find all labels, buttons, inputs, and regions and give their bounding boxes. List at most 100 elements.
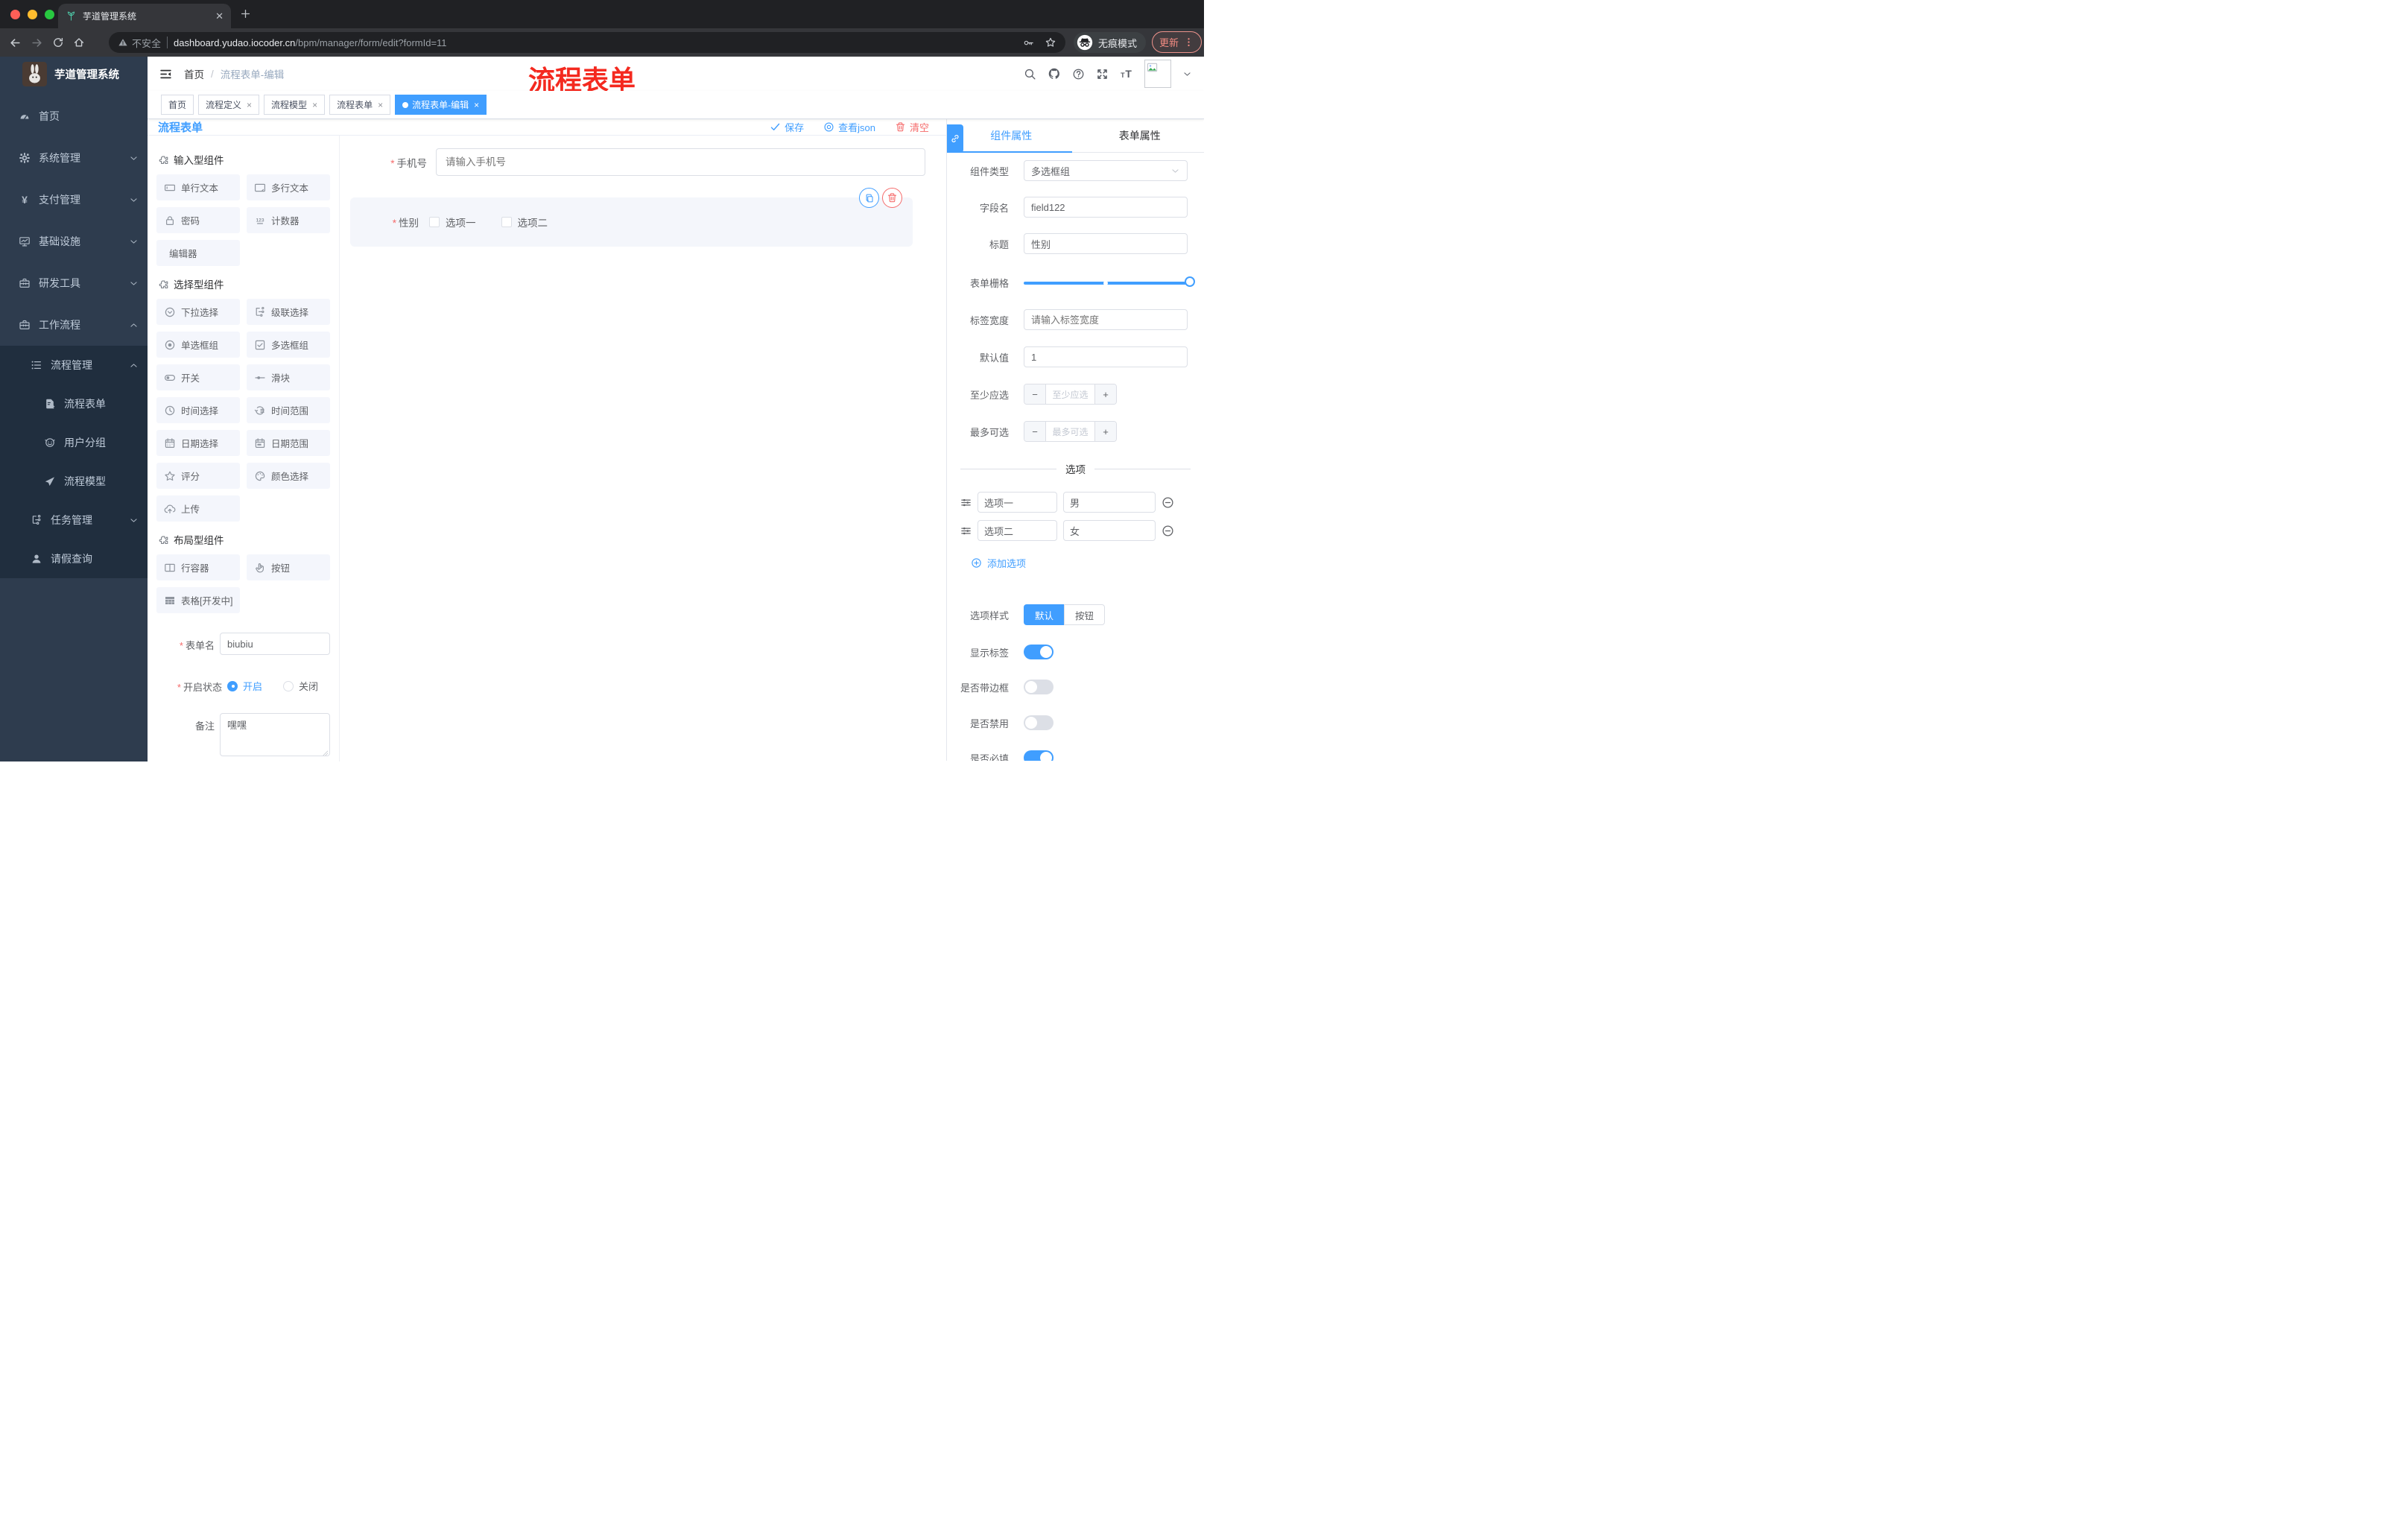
close-icon[interactable]: × xyxy=(311,100,317,110)
phone-field-input[interactable] xyxy=(436,148,925,176)
decrease-button[interactable]: − xyxy=(1024,384,1045,404)
option-value-input[interactable] xyxy=(1063,520,1156,541)
sidebar-item-3[interactable]: 基础设施 xyxy=(0,221,148,262)
drag-handle-icon[interactable] xyxy=(960,525,972,536)
tag-1[interactable]: 流程定义 × xyxy=(198,95,260,115)
option-label-input[interactable] xyxy=(978,520,1057,541)
slider-handle[interactable] xyxy=(1185,276,1195,287)
palette-item[interactable]: 颜色选择 xyxy=(247,463,330,489)
save-button[interactable]: 保存 xyxy=(770,120,804,134)
browser-menu-icon[interactable] xyxy=(1183,37,1194,48)
github-icon[interactable] xyxy=(1048,67,1061,80)
title-input[interactable] xyxy=(1024,233,1188,254)
zoom-window-button[interactable] xyxy=(45,10,54,19)
status-radio-off[interactable]: 关闭 xyxy=(283,679,318,693)
show-label-toggle[interactable] xyxy=(1024,645,1054,659)
palette-item[interactable]: 时间选择 xyxy=(156,397,240,423)
tag-2[interactable]: 流程模型 × xyxy=(264,95,326,115)
search-icon[interactable] xyxy=(1024,68,1036,80)
back-icon[interactable] xyxy=(9,37,22,49)
add-option-button[interactable]: 添加选项 xyxy=(971,556,1204,570)
sidebar-subitem-5[interactable]: 请假查询 xyxy=(0,539,148,578)
border-toggle[interactable] xyxy=(1024,680,1054,694)
sidebar-subitem-1[interactable]: 流程表单 xyxy=(0,384,148,423)
key-icon[interactable] xyxy=(1023,37,1034,48)
sidebar-subitem-3[interactable]: 流程模型 xyxy=(0,462,148,501)
palette-item[interactable]: 编辑器 xyxy=(156,240,240,266)
sidebar-item-0[interactable]: 首页 xyxy=(0,95,148,137)
palette-item[interactable]: 日期范围 xyxy=(247,430,330,456)
tab-form-props[interactable]: 表单属性 xyxy=(1076,119,1205,152)
form-grid-slider[interactable] xyxy=(1024,276,1195,287)
status-radio-on[interactable]: 开启 xyxy=(227,679,262,693)
label-width-input[interactable] xyxy=(1024,309,1188,330)
palette-item[interactable]: 密码 xyxy=(156,207,240,233)
copy-component-button[interactable] xyxy=(859,188,879,208)
option-label-input[interactable] xyxy=(978,492,1057,513)
palette-item[interactable]: 123 计数器 xyxy=(247,207,330,233)
sidebar-item-5[interactable]: 工作流程 xyxy=(0,304,148,346)
default-value-input[interactable] xyxy=(1024,346,1188,367)
palette-item[interactable]: 评分 xyxy=(156,463,240,489)
tag-3[interactable]: 流程表单 × xyxy=(329,95,391,115)
font-size-icon[interactable]: TT xyxy=(1120,67,1133,80)
tab-component-props[interactable]: 组件属性 xyxy=(947,119,1076,152)
palette-item[interactable]: 开关 xyxy=(156,364,240,390)
disabled-toggle[interactable] xyxy=(1024,715,1054,730)
form-name-input[interactable] xyxy=(220,633,330,655)
sidebar-subitem-0[interactable]: 流程管理 xyxy=(0,346,148,384)
view-json-button[interactable]: 查看json xyxy=(823,120,875,134)
sidebar-subitem-4[interactable]: 任务管理 xyxy=(0,501,148,539)
gender-option-1[interactable]: 选项一 xyxy=(429,215,476,229)
drag-handle-icon[interactable] xyxy=(960,497,972,508)
tab-close-icon[interactable]: ✕ xyxy=(215,10,224,22)
app-logo[interactable]: 芋道管理系统 xyxy=(0,57,148,91)
tag-4[interactable]: 流程表单-编辑 × xyxy=(395,95,487,115)
palette-item[interactable]: 行容器 xyxy=(156,554,240,580)
palette-item[interactable]: 下拉选择 xyxy=(156,299,240,325)
window-controls[interactable] xyxy=(10,10,54,19)
bookmark-star-icon[interactable] xyxy=(1045,37,1056,48)
breadcrumb-home[interactable]: 首页 xyxy=(184,66,204,81)
max-select-value[interactable]: 最多可选 xyxy=(1045,422,1095,441)
chevron-down-icon[interactable] xyxy=(1182,69,1192,79)
palette-item[interactable]: 单行文本 xyxy=(156,174,240,200)
update-button[interactable]: 更新 xyxy=(1152,31,1203,53)
increase-button[interactable]: + xyxy=(1095,422,1116,441)
reload-icon[interactable] xyxy=(52,37,64,48)
remove-option-icon[interactable] xyxy=(1162,525,1174,537)
new-tab-button[interactable] xyxy=(240,8,251,19)
link-icon[interactable] xyxy=(947,124,963,153)
sidebar-subitem-2[interactable]: 用户分组 xyxy=(0,423,148,462)
required-toggle[interactable] xyxy=(1024,750,1054,761)
field-name-input[interactable] xyxy=(1024,197,1188,218)
close-window-button[interactable] xyxy=(10,10,20,19)
palette-item[interactable]: 时间范围 xyxy=(247,397,330,423)
increase-button[interactable]: + xyxy=(1095,384,1116,404)
forward-icon[interactable] xyxy=(31,37,43,49)
home-icon[interactable] xyxy=(73,37,85,48)
tag-0[interactable]: 首页 xyxy=(161,95,194,115)
sidebar-item-2[interactable]: ¥ 支付管理 xyxy=(0,179,148,221)
collapse-sidebar-icon[interactable] xyxy=(159,68,172,80)
delete-component-button[interactable] xyxy=(882,188,902,208)
address-bar[interactable]: 不安全 dashboard.yudao.iocoder.cn/bpm/manag… xyxy=(109,32,1065,53)
component-type-select[interactable]: 多选框组 xyxy=(1024,160,1188,181)
browser-tab[interactable]: 芋道管理系统 ✕ xyxy=(58,4,231,28)
security-label[interactable]: 不安全 xyxy=(132,36,161,50)
option-value-input[interactable] xyxy=(1063,492,1156,513)
close-icon[interactable]: × xyxy=(245,100,252,110)
palette-item[interactable]: 日期选择 xyxy=(156,430,240,456)
palette-item[interactable]: 上传 xyxy=(156,495,240,522)
help-icon[interactable] xyxy=(1072,68,1085,80)
decrease-button[interactable]: − xyxy=(1024,422,1045,441)
palette-item[interactable]: 按钮 xyxy=(247,554,330,580)
min-select-value[interactable]: 至少应选 xyxy=(1045,384,1095,404)
sidebar-item-4[interactable]: 研发工具 xyxy=(0,262,148,304)
fullscreen-icon[interactable] xyxy=(1096,68,1109,80)
minimize-window-button[interactable] xyxy=(28,10,37,19)
clear-button[interactable]: 清空 xyxy=(895,120,929,134)
palette-item[interactable]: 多行文本 xyxy=(247,174,330,200)
close-icon[interactable]: × xyxy=(376,100,383,110)
option-style-button[interactable]: 按钮 xyxy=(1064,604,1106,625)
